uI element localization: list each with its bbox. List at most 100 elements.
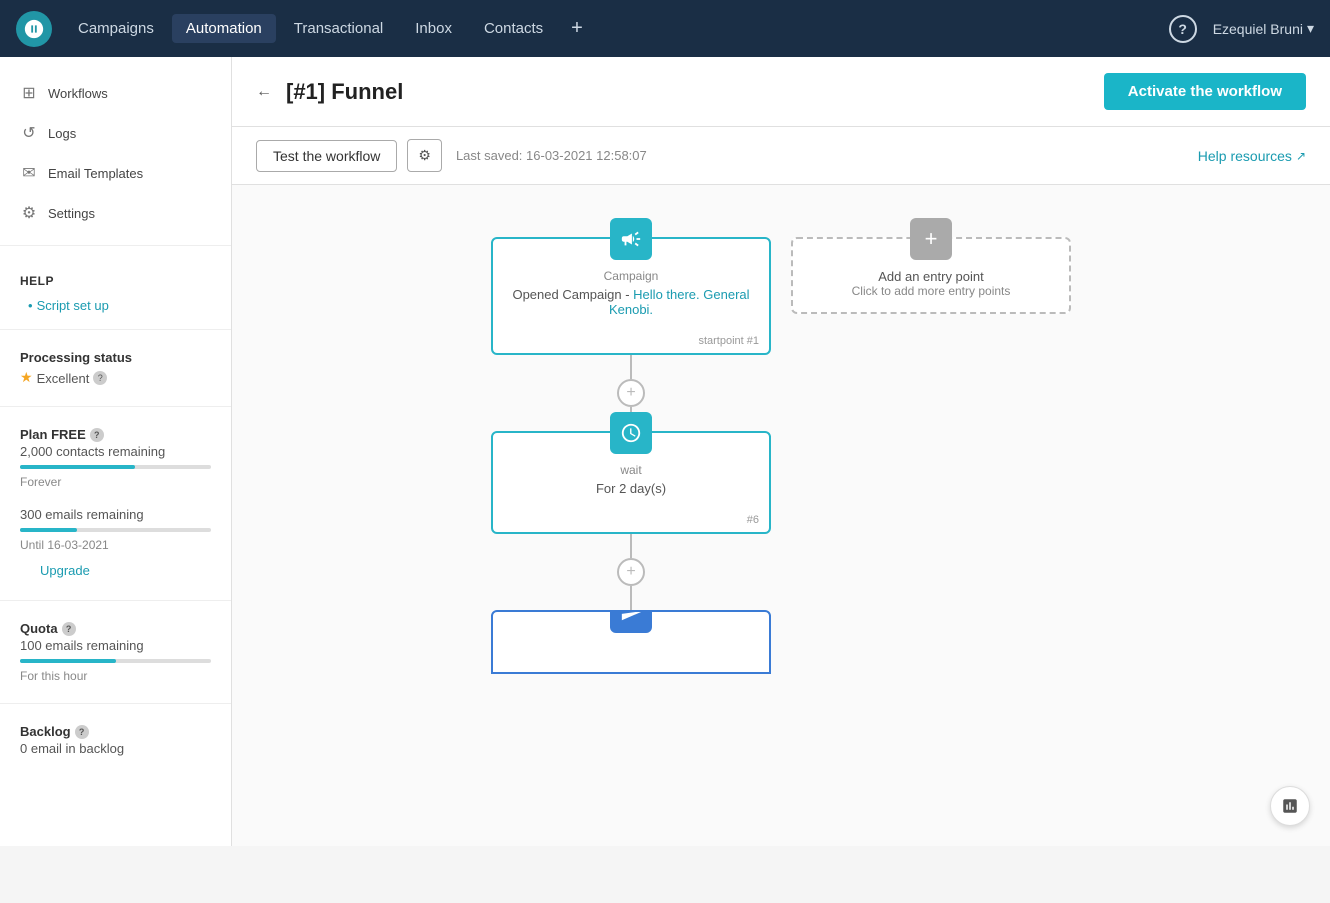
- contacts-period: Forever: [20, 475, 211, 489]
- add-entry-icon[interactable]: +: [910, 218, 952, 260]
- page-title: [#1] Funnel: [286, 79, 403, 105]
- settings-icon: ⚙: [20, 203, 38, 223]
- send-email-node[interactable]: [491, 610, 771, 674]
- emails-progress-fill: [20, 528, 77, 532]
- plan-info: Plan FREE ? 2,000 contacts remaining For…: [0, 419, 231, 497]
- sidebar-label-logs: Logs: [48, 126, 76, 141]
- add-entry-subtitle: Click to add more entry points: [809, 284, 1053, 298]
- help-resources-link[interactable]: Help resources ↗: [1198, 148, 1306, 164]
- nav-inbox[interactable]: Inbox: [401, 14, 466, 43]
- activate-workflow-button[interactable]: Activate the workflow: [1104, 73, 1306, 110]
- sidebar-item-email-templates[interactable]: ✉ Email Templates: [0, 153, 231, 193]
- wait-node-content: For 2 day(s): [509, 481, 753, 496]
- processing-status-help[interactable]: ?: [93, 371, 107, 385]
- emails-progress-bg: [20, 528, 211, 532]
- quota-info: Quota ? 100 emails remaining For this ho…: [0, 613, 231, 691]
- quota-progress-bg: [20, 659, 211, 663]
- backlog-value: 0 email in backlog: [20, 741, 211, 756]
- send-email-node-icon: [610, 610, 652, 633]
- quota-value: 100 emails remaining: [20, 638, 211, 653]
- sidebar-label-email-templates: Email Templates: [48, 166, 143, 181]
- backlog-title: Backlog ?: [20, 724, 211, 739]
- contacts-progress-bg: [20, 465, 211, 469]
- connector-line-1: [630, 355, 632, 379]
- add-entry-point[interactable]: + Add an entry point Click to add more e…: [791, 237, 1071, 314]
- main-node-column: Campaign Opened Campaign - Hello there. …: [491, 215, 771, 674]
- add-entry-column: + Add an entry point Click to add more e…: [791, 237, 1071, 674]
- topnav-right: ? Ezequiel Bruni ▾: [1169, 15, 1314, 43]
- connector-line-3: [630, 534, 632, 558]
- test-workflow-button[interactable]: Test the workflow: [256, 140, 397, 172]
- sidebar-item-workflows[interactable]: ⊞ Workflows: [0, 73, 231, 113]
- sidebar-divider-5: [0, 703, 231, 704]
- connector-2: +: [617, 534, 645, 610]
- sidebar-divider-3: [0, 406, 231, 407]
- backlog-info: Backlog ? 0 email in backlog: [0, 716, 231, 764]
- script-setup-link[interactable]: • Script set up: [0, 294, 231, 317]
- contacts-progress-fill: [20, 465, 135, 469]
- emails-remaining: 300 emails remaining: [20, 507, 211, 522]
- quota-progress-fill: [20, 659, 116, 663]
- workflow-canvas[interactable]: Campaign Opened Campaign - Hello there. …: [232, 185, 1330, 846]
- emails-info: 300 emails remaining Until 16-03-2021: [0, 497, 231, 560]
- plan-title: Plan FREE ?: [20, 427, 211, 442]
- add-entry-title: Add an entry point: [809, 269, 1053, 284]
- help-section: Help: [0, 258, 231, 294]
- user-menu[interactable]: Ezequiel Bruni ▾: [1213, 20, 1314, 37]
- toolbar: Test the workflow ⚙ Last saved: 16-03-20…: [232, 127, 1330, 185]
- sidebar-item-logs[interactable]: ↺ Logs: [0, 113, 231, 153]
- nav-automation[interactable]: Automation: [172, 14, 276, 43]
- back-button[interactable]: ←: [256, 83, 272, 101]
- add-step-button-2[interactable]: +: [617, 558, 645, 586]
- scroll-chart-button[interactable]: [1270, 786, 1310, 826]
- workflow-area: Campaign Opened Campaign - Hello there. …: [252, 205, 1310, 674]
- top-navigation: Campaigns Automation Transactional Inbox…: [0, 0, 1330, 57]
- campaign-node-footer: startpoint #1: [493, 331, 769, 353]
- logo[interactable]: [16, 11, 52, 47]
- connector-line-4: [630, 586, 632, 610]
- sidebar: ⊞ Workflows ↺ Logs ✉ Email Templates ⚙ S…: [0, 57, 232, 846]
- campaign-node-icon: [610, 218, 652, 260]
- logs-icon: ↺: [20, 123, 38, 143]
- campaign-node[interactable]: Campaign Opened Campaign - Hello there. …: [491, 237, 771, 355]
- quota-help[interactable]: ?: [62, 622, 76, 636]
- sidebar-item-settings[interactable]: ⚙ Settings: [0, 193, 231, 233]
- wait-node-footer: #6: [493, 510, 769, 532]
- main-content: ← [#1] Funnel Activate the workflow Test…: [232, 57, 1330, 846]
- backlog-help[interactable]: ?: [75, 725, 89, 739]
- wait-node-icon: [610, 412, 652, 454]
- wait-node[interactable]: wait For 2 day(s) #6: [491, 431, 771, 534]
- emails-until: Until 16-03-2021: [20, 538, 211, 552]
- sidebar-label-settings: Settings: [48, 206, 95, 221]
- main-header: ← [#1] Funnel Activate the workflow: [232, 57, 1330, 127]
- help-button[interactable]: ?: [1169, 15, 1197, 43]
- sidebar-divider-4: [0, 600, 231, 601]
- email-templates-icon: ✉: [20, 163, 38, 183]
- nav-campaigns[interactable]: Campaigns: [64, 14, 168, 43]
- contacts-remaining: 2,000 contacts remaining: [20, 444, 211, 459]
- add-button[interactable]: +: [561, 13, 593, 44]
- processing-status-value: Excellent: [37, 371, 90, 386]
- sidebar-label-workflows: Workflows: [48, 86, 108, 101]
- campaign-link[interactable]: Hello there. General Kenobi.: [609, 287, 750, 317]
- campaign-node-content: Opened Campaign - Hello there. General K…: [509, 287, 753, 317]
- workflow-settings-button[interactable]: ⚙: [407, 139, 442, 172]
- workflows-icon: ⊞: [20, 83, 38, 103]
- wait-node-type: wait: [509, 463, 753, 477]
- add-step-button-1[interactable]: +: [617, 379, 645, 407]
- sidebar-divider-1: [0, 245, 231, 246]
- plan-help[interactable]: ?: [90, 428, 104, 442]
- star-icon: ★: [20, 369, 33, 386]
- processing-status: Processing status ★ Excellent ?: [0, 342, 231, 394]
- quota-title: Quota ?: [20, 621, 211, 636]
- upgrade-link[interactable]: Upgrade: [20, 563, 110, 578]
- sidebar-divider-2: [0, 329, 231, 330]
- processing-status-title: Processing status: [20, 350, 211, 365]
- last-saved-text: Last saved: 16-03-2021 12:58:07: [456, 148, 647, 163]
- nav-transactional[interactable]: Transactional: [280, 14, 398, 43]
- layout: ⊞ Workflows ↺ Logs ✉ Email Templates ⚙ S…: [0, 57, 1330, 846]
- nav-contacts[interactable]: Contacts: [470, 14, 557, 43]
- gear-icon: ⚙: [418, 147, 431, 163]
- campaign-node-type: Campaign: [509, 269, 753, 283]
- quota-period: For this hour: [20, 669, 211, 683]
